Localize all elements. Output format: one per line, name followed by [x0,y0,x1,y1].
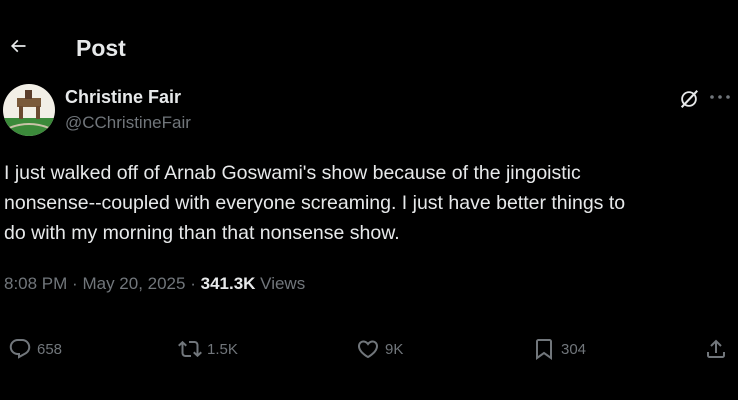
bookmark-button[interactable]: 304 [532,336,586,362]
bookmark-count: 304 [561,340,587,358]
arrow-left-icon [10,39,26,53]
more-icon [710,95,730,99]
tweet-text: I just walked off of Arnab Goswami's sho… [4,158,736,248]
meta-separator: · [190,274,196,293]
meta-separator: · [72,274,78,293]
tweet-text-line: do with my morning than that nonsense sh… [4,222,400,244]
like-icon [357,340,379,359]
author-display-name[interactable]: Christine Fair [65,86,181,108]
avatar[interactable] [3,84,55,136]
repost-button[interactable]: 1.5K [178,336,238,362]
repost-count: 1.5K [207,340,238,358]
views-count[interactable]: 341.3K [201,274,256,293]
bookmark-icon [536,339,552,360]
tweet-text-line: I just walked off of Arnab Goswami's sho… [4,162,581,184]
more-options-button[interactable] [706,84,734,110]
reply-button[interactable]: 658 [8,336,62,362]
grok-button[interactable] [676,86,702,112]
author-handle[interactable]: @CChristineFair [65,112,191,134]
page-title: Post [76,35,126,61]
reply-icon [9,339,31,359]
share-icon [707,339,725,358]
repost-icon [178,340,202,358]
grok-icon [680,90,698,108]
views-label: Views [260,274,306,293]
like-count: 9K [385,340,404,358]
reply-count: 658 [37,340,63,358]
tweet-date[interactable]: May 20, 2025 [82,274,185,293]
tweet-meta: 8:08 PM · May 20, 2025 · 341.3K Views [4,272,305,296]
tweet-text-line: nonsense--coupled with everyone screamin… [4,192,626,214]
like-button[interactable]: 9K [356,336,403,362]
back-button[interactable] [4,32,32,60]
tweet-time[interactable]: 8:08 PM [4,274,67,293]
share-button[interactable] [704,336,733,362]
